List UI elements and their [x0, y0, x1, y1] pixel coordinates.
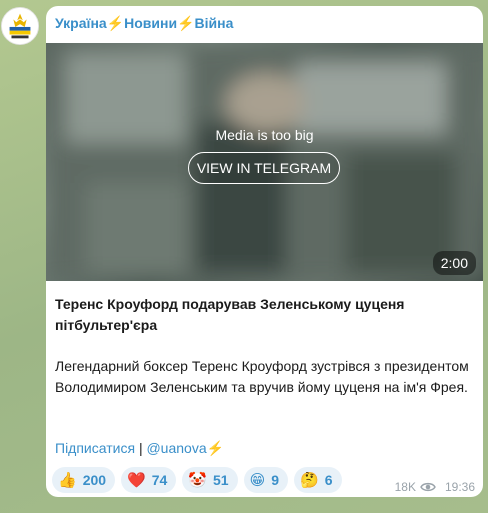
- channel-title-part-2: Новини: [124, 15, 178, 31]
- video-duration-badge: 2:00: [432, 251, 476, 275]
- view-count: 18K: [394, 480, 416, 494]
- reaction-count: 9: [271, 472, 280, 488]
- link-separator: |: [138, 440, 143, 456]
- post-headline: Теренс Кроуфорд подарував Зеленському цу…: [55, 296, 405, 333]
- message-bubble: Україна⚡Новини⚡Війна Media is too big VI…: [46, 6, 483, 497]
- channel-title[interactable]: Україна⚡Новини⚡Війна: [55, 15, 233, 32]
- reactions-bar: 👍 200 ❤️ 74 🤡 51 😁 9 🤔 6: [52, 467, 342, 493]
- channel-handle-link[interactable]: @uanova: [146, 440, 206, 456]
- reaction-count: 6: [324, 472, 333, 488]
- media-too-big-notice: Media is too big: [215, 127, 314, 143]
- reaction-count: 51: [213, 472, 229, 488]
- channel-avatar-icon: [2, 8, 38, 44]
- bolt-icon: ⚡: [106, 15, 125, 31]
- bolt-icon: ⚡: [206, 440, 225, 456]
- reaction-count: 74: [151, 472, 168, 488]
- reaction-heart[interactable]: ❤️ 74: [121, 467, 177, 493]
- post-body: Легендарний боксер Теренс Кроуфорд зустр…: [55, 358, 469, 395]
- view-in-telegram-button[interactable]: VIEW IN TELEGRAM: [188, 152, 340, 184]
- reaction-count: 200: [82, 472, 107, 488]
- post-footer-links: Підписатися | @uanova⚡: [55, 440, 224, 457]
- subscribe-link[interactable]: Підписатися: [55, 440, 135, 456]
- eye-icon: [420, 482, 436, 492]
- channel-title-part-3: Війна: [194, 15, 234, 31]
- channel-title-part-1: Україна: [55, 15, 107, 31]
- thumbs-up-icon: 👍: [58, 470, 77, 489]
- thinking-icon: 🤔: [300, 470, 319, 489]
- heart-icon: ❤️: [127, 470, 146, 489]
- grin-icon: 😁: [249, 470, 266, 489]
- message-time: 19:36: [444, 480, 475, 494]
- bolt-icon: ⚡: [177, 15, 195, 31]
- clown-icon: 🤡: [188, 470, 207, 489]
- reaction-grin[interactable]: 😁 9: [243, 467, 289, 493]
- video-preview[interactable]: Media is too big VIEW IN TELEGRAM 2:00: [46, 43, 483, 281]
- reaction-thinking[interactable]: 🤔 6: [294, 467, 342, 493]
- channel-avatar[interactable]: [1, 7, 39, 45]
- message-meta: 18K 19:36: [395, 480, 475, 494]
- reaction-thumbs-up[interactable]: 👍 200: [52, 467, 116, 493]
- reaction-clown[interactable]: 🤡 51: [182, 467, 238, 493]
